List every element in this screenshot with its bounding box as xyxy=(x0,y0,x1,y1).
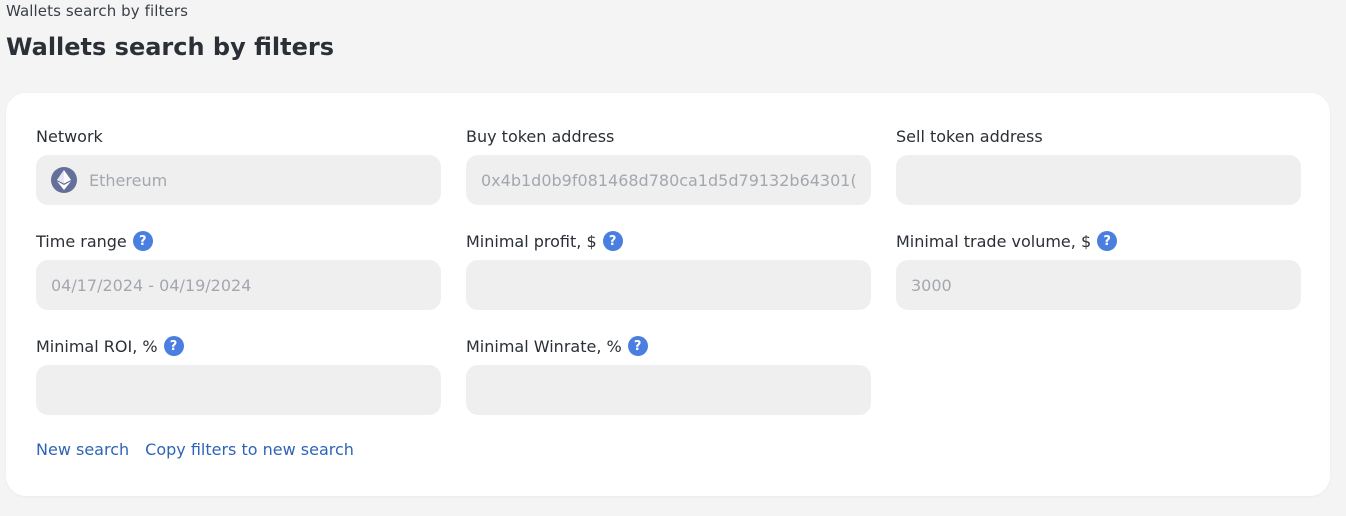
time-range-label-row: Time range ? xyxy=(36,229,441,253)
min-trade-volume-value: 3000 xyxy=(911,275,952,295)
min-profit-input[interactable] xyxy=(466,260,871,310)
min-trade-volume-field: Minimal trade volume, $ ? 3000 xyxy=(896,229,1301,310)
page-title: Wallets search by filters xyxy=(6,33,334,61)
filters-card: Network Ethereum Buy token address 0x4b1… xyxy=(6,93,1330,496)
help-icon[interactable]: ? xyxy=(132,231,153,251)
help-icon[interactable]: ? xyxy=(602,231,623,251)
sell-token-input[interactable] xyxy=(896,155,1301,205)
network-select[interactable]: Ethereum xyxy=(36,155,441,205)
sell-token-field: Sell token address xyxy=(896,124,1301,205)
time-range-label: Time range xyxy=(36,231,127,251)
min-winrate-label-row: Minimal Winrate, % ? xyxy=(466,334,871,358)
min-trade-volume-input[interactable]: 3000 xyxy=(896,260,1301,310)
sell-token-label: Sell token address xyxy=(896,126,1043,146)
min-winrate-label: Minimal Winrate, % xyxy=(466,336,622,356)
copy-filters-link[interactable]: Copy filters to new search xyxy=(145,440,354,459)
min-roi-label: Minimal ROI, % xyxy=(36,336,158,356)
min-profit-field: Minimal profit, $ ? xyxy=(466,229,871,310)
network-label: Network xyxy=(36,126,103,146)
page: Wallets search by filters Wallets search… xyxy=(0,0,1346,516)
breadcrumb[interactable]: Wallets search by filters xyxy=(6,2,188,20)
min-roi-input[interactable] xyxy=(36,365,441,415)
buy-token-value: 0x4b1d0b9f081468d780ca1d5d79132b64301( xyxy=(481,170,856,190)
time-range-input[interactable]: 04/17/2024 - 04/19/2024 xyxy=(36,260,441,310)
buy-token-label: Buy token address xyxy=(466,126,615,146)
help-icon[interactable]: ? xyxy=(627,336,648,356)
help-icon[interactable]: ? xyxy=(1097,231,1118,251)
min-profit-label-row: Minimal profit, $ ? xyxy=(466,229,871,253)
min-winrate-input[interactable] xyxy=(466,365,871,415)
min-trade-volume-label: Minimal trade volume, $ xyxy=(896,231,1092,251)
min-roi-field: Minimal ROI, % ? xyxy=(36,334,441,415)
network-value: Ethereum xyxy=(89,170,168,190)
min-profit-label: Minimal profit, $ xyxy=(466,231,597,251)
time-range-field: Time range ? 04/17/2024 - 04/19/2024 xyxy=(36,229,441,310)
min-trade-volume-label-row: Minimal trade volume, $ ? xyxy=(896,229,1301,253)
time-range-value: 04/17/2024 - 04/19/2024 xyxy=(51,275,252,295)
buy-token-input[interactable]: 0x4b1d0b9f081468d780ca1d5d79132b64301( xyxy=(466,155,871,205)
min-winrate-field: Minimal Winrate, % ? xyxy=(466,334,871,415)
help-icon[interactable]: ? xyxy=(163,336,184,356)
min-roi-label-row: Minimal ROI, % ? xyxy=(36,334,441,358)
new-search-link[interactable]: New search xyxy=(36,440,129,459)
network-field: Network Ethereum xyxy=(36,124,441,205)
buy-token-field: Buy token address 0x4b1d0b9f081468d780ca… xyxy=(466,124,871,205)
action-links: New search Copy filters to new search xyxy=(36,440,354,459)
ethereum-icon xyxy=(51,167,77,193)
